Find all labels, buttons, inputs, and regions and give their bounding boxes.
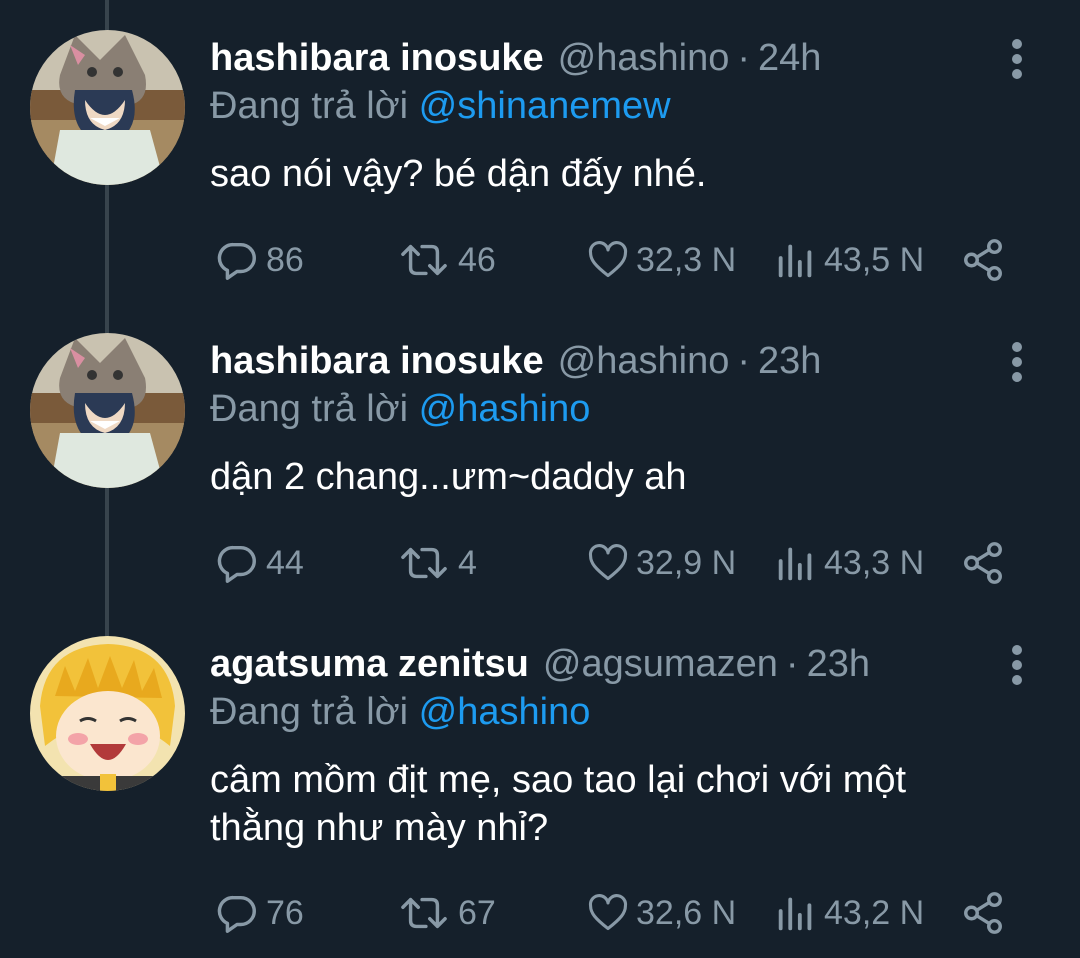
replying-to: Đang trả lời @hashino [210,691,590,734]
retweet-icon [401,547,447,579]
views-button[interactable]: 43,3 N [774,538,924,588]
tweet-text: sao nói vậy? bé dận đấy nhé. [210,153,707,195]
separator-dot: · [737,339,751,382]
more-vertical-icon [1012,39,1022,79]
reply-icon [217,242,256,280]
views-icon [778,244,812,278]
share-icon [964,239,1002,281]
more-options-button[interactable] [1004,642,1030,688]
reply-button[interactable]: 86 [214,235,304,285]
reply-count: 44 [266,543,304,582]
share-button[interactable] [960,538,1006,588]
like-button[interactable]: 32,6 N [586,888,736,938]
retweet-button[interactable]: 46 [396,235,496,285]
author-name[interactable]: agatsuma zenitsu [210,643,529,686]
like-count: 32,3 N [636,240,737,279]
heart-icon [588,544,628,581]
tweet-actions: 86 46 32,3 N 43,5 N [0,235,1080,285]
share-icon [964,542,1002,584]
share-icon [964,892,1002,934]
tweet-actions: 44 4 32,9 N 43,3 N [0,538,1080,588]
separator-dot: · [737,36,751,79]
like-count: 32,9 N [636,543,737,582]
tweet-actions: 76 67 32,6 N 43,2 N [0,888,1080,938]
avatar-inosuke-image [30,30,185,185]
view-count: 43,2 N [824,893,925,932]
replying-to: Đang trả lời @shinanemew [210,85,671,128]
reply-count: 86 [266,240,304,279]
separator-dot: · [785,642,799,685]
reply-icon [217,545,256,583]
retweet-icon [401,244,447,276]
more-vertical-icon [1012,645,1022,685]
author-name[interactable]: hashibara inosuke [210,340,544,383]
avatar-inosuke-image [30,333,185,488]
retweet-button[interactable]: 4 [396,538,477,588]
tweet-text: câm mồm địt mẹ, sao tao lại chơi với một… [210,759,907,849]
retweet-button[interactable]: 67 [396,888,496,938]
heart-icon [588,894,628,931]
author-handle[interactable]: @agsumazen [543,643,778,686]
share-button[interactable] [960,235,1006,285]
avatar[interactable] [30,333,185,488]
like-count: 32,6 N [636,893,737,932]
heart-icon [588,241,628,278]
replying-to-mention[interactable]: @hashino [419,691,591,733]
like-button[interactable]: 32,3 N [586,235,736,285]
tweet-text: dận 2 chang...ưm~daddy ah [210,456,687,498]
reply-button[interactable]: 44 [214,538,304,588]
like-button[interactable]: 32,9 N [586,538,736,588]
share-button[interactable] [960,888,1006,938]
reply-button[interactable]: 76 [214,888,304,938]
views-button[interactable]: 43,5 N [774,235,924,285]
author-name[interactable]: hashibara inosuke [210,37,544,80]
avatar[interactable] [30,636,185,791]
view-count: 43,5 N [824,240,925,279]
author-handle[interactable]: @hashino [558,340,730,383]
replying-to-mention[interactable]: @shinanemew [419,85,671,127]
avatar[interactable] [30,30,185,185]
replying-to-label: Đang trả lời [210,85,409,127]
replying-to-label: Đang trả lời [210,691,409,733]
more-options-button[interactable] [1004,339,1030,385]
avatar-zenitsu-image [30,636,185,791]
author-handle[interactable]: @hashino [558,37,730,80]
more-options-button[interactable] [1004,36,1030,82]
views-button[interactable]: 43,2 N [774,888,924,938]
replying-to-mention[interactable]: @hashino [419,388,591,430]
retweet-count: 46 [458,240,496,279]
reply-count: 76 [266,893,304,932]
views-icon [778,547,812,581]
retweet-count: 4 [458,543,477,582]
reply-icon [217,895,256,933]
retweet-icon [401,897,447,929]
view-count: 43,3 N [824,543,925,582]
replying-to: Đang trả lời @hashino [210,388,590,431]
retweet-count: 67 [458,893,496,932]
replying-to-label: Đang trả lời [210,388,409,430]
tweet-timestamp[interactable]: 23h [758,340,821,383]
views-icon [778,897,812,931]
tweet-timestamp[interactable]: 23h [807,643,870,686]
tweet-timestamp[interactable]: 24h [758,37,821,80]
more-vertical-icon [1012,342,1022,382]
